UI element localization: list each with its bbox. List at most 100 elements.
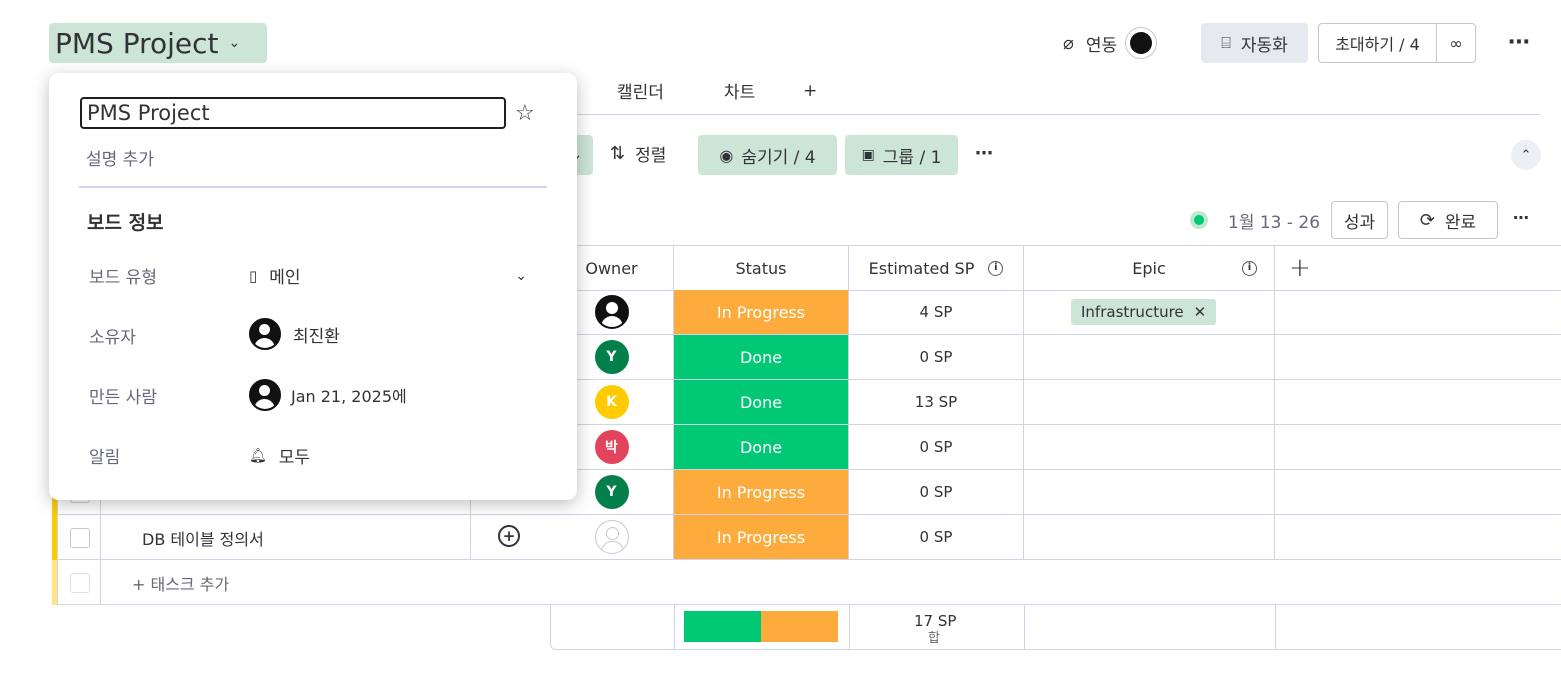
owner-name: 최진환 [293,326,340,347]
avatar: Y [594,475,629,509]
sprint-range: 1월 13 - 26 [1228,213,1321,233]
status-cell[interactable]: Done [674,425,849,469]
group-button[interactable]: ▣ 그룹 / 1 [845,135,958,175]
epic-tag[interactable]: Infrastructure ✕ [1071,299,1217,325]
status-summary-done[interactable] [684,611,761,642]
row-checkbox[interactable] [70,528,90,548]
add-comment-icon[interactable]: + [498,525,520,547]
board-title: PMS Project [55,26,219,60]
board-type-dropdown[interactable]: ▯ 메인 ⌄ [249,263,527,289]
board-info-heading: 보드 정보 [87,212,164,234]
estimated-sp-cell[interactable]: 0 SP [849,425,1024,469]
status-cell[interactable]: Done [674,380,849,424]
column-header-estimated-sp[interactable]: Estimated SP i [849,246,1024,290]
info-icon[interactable]: i [1242,260,1257,276]
integrate-button[interactable]: ⌀ 연동 [1063,26,1158,60]
empty-cell [1275,380,1561,424]
estimated-sp-cell[interactable]: 0 SP [849,470,1024,514]
hide-label: 숨기기 / 4 [741,147,816,168]
owner-label: 소유자 [89,328,136,348]
estimated-sp-cell[interactable]: 13 SP [849,380,1024,424]
invite-button[interactable]: 초대하기 / 4 [1319,24,1437,62]
add-task-input[interactable]: + 태스크 추가 [132,571,229,595]
description-input[interactable]: 설명 추가 [86,145,154,170]
user-avatar-icon [594,295,629,329]
chevron-down-icon: ⌄ [228,35,241,51]
avatar: K [594,385,629,419]
group-label: 그룹 / 1 [882,147,942,168]
star-icon[interactable]: ☆ [515,101,535,126]
plug-icon: ⌀ [1063,32,1074,54]
board-name-input[interactable] [80,97,506,129]
status-cell[interactable]: In Progress [674,515,849,559]
owner-cell[interactable] [550,515,674,559]
empty-avatar-icon [594,520,629,554]
add-view-button[interactable]: + [803,81,817,101]
complete-label: 완료 [1444,212,1477,233]
automate-button[interactable]: ⌸ 자동화 [1201,23,1308,63]
task-name[interactable]: DB 테이블 정의서 [142,526,264,550]
epic-cell[interactable]: Infrastructure ✕ [1024,290,1275,334]
user-avatar-icon [249,318,281,350]
column-header-epic[interactable]: Epic i [1024,246,1275,290]
integrate-label: 연동 [1085,35,1118,56]
table-row: K Done 13 SP [550,380,1561,425]
collapse-icon[interactable]: ⌃ [1511,140,1541,170]
performance-button[interactable]: 성과 [1331,201,1388,239]
copy-link-icon[interactable]: ∞ [1437,24,1475,62]
task-table: Owner Status Estimated SP i Epic i + In Pr… [550,245,1561,560]
chevron-down-icon: ⌄ [515,267,527,284]
complete-sprint-button[interactable]: ⟳ 완료 [1398,201,1498,239]
created-by-label: 만든 사람 [89,388,157,408]
sprint-more-icon[interactable]: ⋯ [1513,208,1530,227]
status-cell[interactable]: Done [674,335,849,379]
created-date: Jan 21, 2025에 [291,387,407,406]
estimated-sp-cell[interactable]: 0 SP [849,515,1024,559]
epic-cell[interactable] [1024,335,1275,379]
robot-icon: ⌸ [1221,33,1231,52]
notification-value[interactable]: 🔔︎ 모두 [249,443,311,469]
status-cell[interactable]: In Progress [674,470,849,514]
sort-icon: ⇅ [610,143,626,164]
hide-button[interactable]: ◉ 숨기기 / 4 [698,135,837,175]
sort-button[interactable]: ⇅ 정렬 [610,141,666,166]
group-icon: ▣ [861,147,875,163]
status-cell[interactable]: In Progress [674,290,849,334]
epic-cell[interactable] [1024,380,1275,424]
sprint-status-icon [1190,211,1208,229]
empty-cell [1275,335,1561,379]
created-by-value: Jan 21, 2025에 [249,379,407,411]
status-summary-in-progress[interactable] [761,611,838,642]
notification-label: 알림 [89,448,121,468]
owner-value[interactable]: 최진환 [249,318,340,350]
estimated-sp-cell[interactable]: 0 SP [849,335,1024,379]
close-icon[interactable]: ✕ [1194,303,1207,321]
board-title-button[interactable]: PMS Project ⌄ [49,23,267,63]
notification-setting: 모두 [278,448,311,468]
column-header-status[interactable]: Status [674,246,849,290]
more-options-icon[interactable]: ⋯ [1508,30,1531,55]
board-type-value: 메인 [269,268,301,288]
epic-cell[interactable] [1024,470,1275,514]
divider [79,186,547,188]
invite-group: 초대하기 / 4 ∞ [1318,23,1476,63]
table-row: 박 Done 0 SP [550,425,1561,470]
info-icon[interactable]: i [988,260,1004,276]
tab-chart[interactable]: 차트 [724,78,755,103]
bell-icon: 🔔︎ [249,447,267,464]
sort-label: 정렬 [635,146,667,166]
estimated-sp-cell[interactable]: 4 SP [849,290,1024,334]
empty-cell [1275,425,1561,469]
tab-calendar[interactable]: 캘린더 [617,78,664,103]
user-avatar-icon [249,379,281,411]
eye-off-icon: ◉ [719,145,734,165]
column-header-estimated-sp-label: Estimated SP [868,258,975,278]
epic-cell[interactable] [1024,425,1275,469]
board-type-label: 보드 유형 [89,268,157,288]
empty-cell [1275,470,1561,514]
add-column-button[interactable]: + [1275,246,1561,290]
toolbar-more-icon[interactable]: ⋯ [975,143,994,164]
avatar: 박 [594,430,629,464]
epic-cell[interactable] [1024,515,1275,559]
table-row: In Progress 4 SP Infrastructure ✕ [550,290,1561,335]
